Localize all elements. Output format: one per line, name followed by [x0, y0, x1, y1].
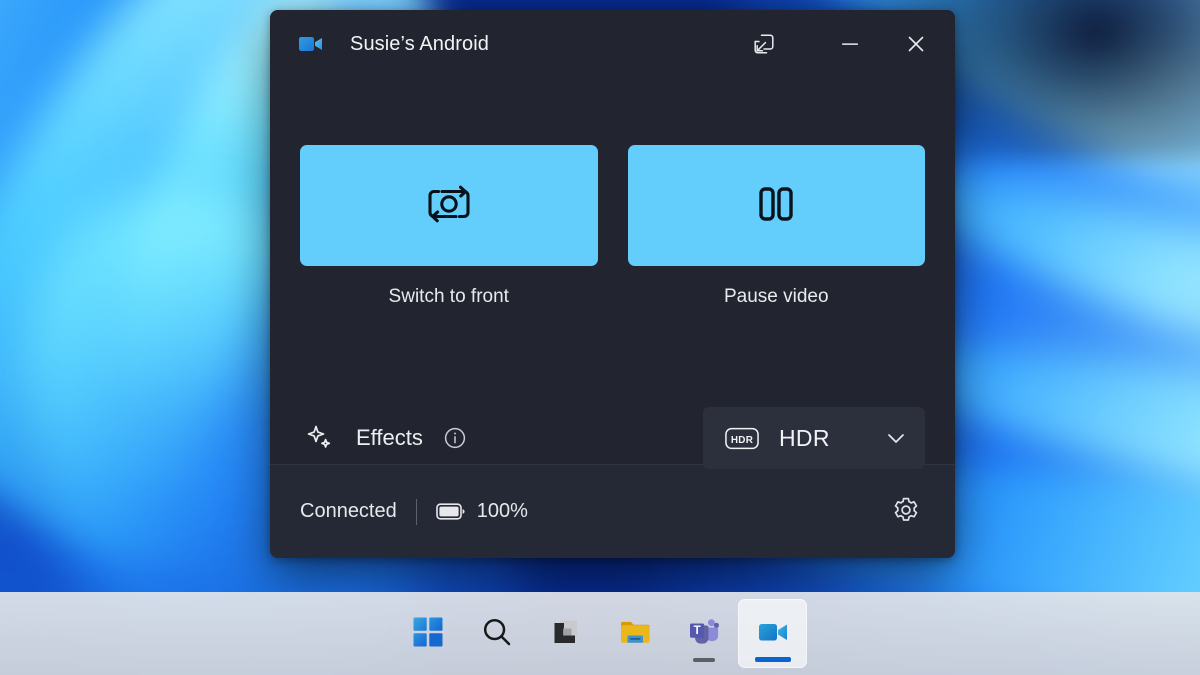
shrink-to-corner-icon[interactable]: [741, 21, 787, 67]
hdr-label: HDR: [779, 424, 830, 451]
minimize-icon[interactable]: [827, 21, 873, 67]
camera-switch-icon: [422, 180, 476, 231]
taskbar-file-explorer-button[interactable]: [600, 599, 669, 668]
file-explorer-icon: [618, 615, 652, 652]
window-title: Susie’s Android: [350, 32, 489, 55]
hdr-dropdown[interactable]: HDR HDR: [703, 407, 925, 469]
taskbar-start-button[interactable]: [393, 599, 462, 668]
action-row: Switch to front Pause video: [300, 145, 925, 308]
taskbar-active-indicator: [754, 657, 791, 662]
gear-icon: [891, 495, 921, 528]
pause-video-label: Pause video: [723, 286, 829, 307]
taskbar-task-view-button[interactable]: [531, 599, 600, 668]
settings-button[interactable]: [883, 489, 929, 535]
desktop: Susie’s Android Switch to front Pause vi…: [0, 0, 1200, 675]
effects-label: Effects: [356, 425, 423, 450]
pause-video-action: Pause video: [627, 145, 925, 308]
battery-status: 100%: [435, 500, 528, 523]
battery-level: 100%: [476, 500, 528, 522]
sparkles-icon: [304, 422, 336, 454]
main-content: Switch to front Pause video Effects HDR …: [270, 78, 955, 469]
chevron-down-icon: [883, 425, 909, 451]
microsoft-teams-icon: T: [687, 615, 721, 652]
effects-button[interactable]: Effects: [300, 418, 475, 458]
taskbar-camera-button[interactable]: [738, 599, 807, 668]
taskbar-teams-button[interactable]: T: [669, 599, 738, 668]
taskbar: T: [0, 592, 1200, 675]
hdr-badge-icon: HDR: [725, 427, 759, 450]
close-icon[interactable]: [893, 21, 939, 67]
connection-status: Connected: [300, 500, 397, 522]
windows-start-icon: [411, 615, 445, 652]
camera-app-window: Susie’s Android Switch to front Pause vi…: [270, 10, 955, 558]
svg-text:T: T: [693, 625, 700, 637]
video-camera-icon: [755, 614, 791, 653]
battery-full-icon: [435, 502, 466, 521]
pause-icon: [754, 180, 798, 231]
svg-text:HDR: HDR: [731, 435, 753, 446]
status-divider: [415, 498, 417, 525]
video-camera-icon: [296, 29, 326, 59]
switch-camera-label: Switch to front: [388, 286, 509, 307]
pause-video-button[interactable]: [627, 145, 925, 266]
status-bar: Connected 100%: [270, 464, 955, 558]
search-icon: [480, 615, 514, 652]
options-row: Effects HDR HDR: [300, 407, 925, 469]
switch-camera-button[interactable]: [300, 145, 598, 266]
taskbar-search-button[interactable]: [462, 599, 531, 668]
task-view-icon: [549, 615, 583, 652]
taskbar-running-indicator: [692, 658, 715, 662]
info-circle-icon[interactable]: [443, 426, 467, 450]
switch-camera-action: Switch to front: [300, 145, 598, 308]
title-bar: Susie’s Android: [270, 10, 955, 78]
